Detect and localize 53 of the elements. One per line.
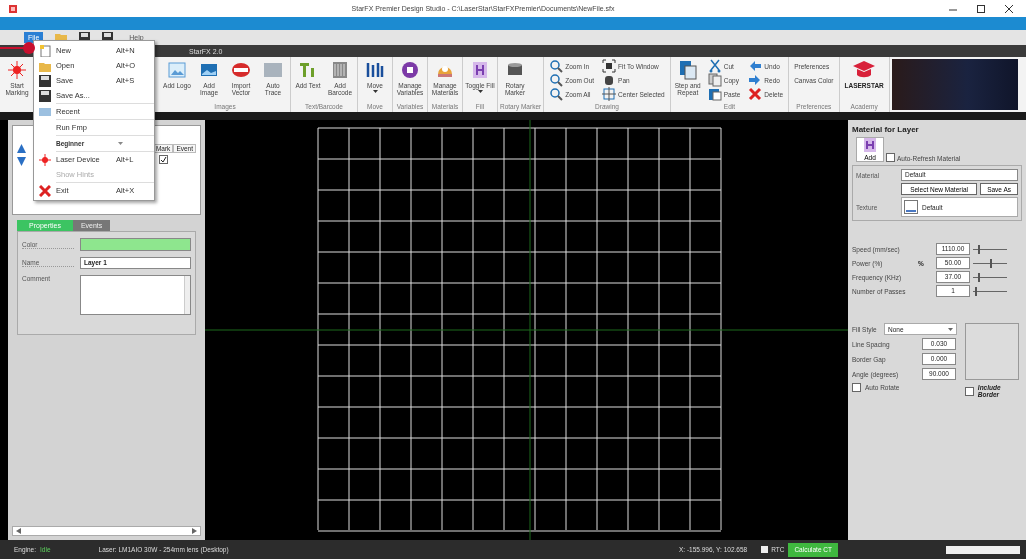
right-arrow-icon: [192, 528, 197, 534]
pointer-marker-drawing: [0, 41, 36, 55]
redo-icon: [748, 73, 763, 87]
caret-icon: [947, 327, 953, 331]
badge-icon: [231, 60, 251, 80]
comment-field[interactable]: [80, 275, 191, 315]
up-arrow-icon: [17, 144, 26, 153]
letter-icon: [470, 60, 490, 80]
window-icon: [39, 105, 51, 118]
laser-icon: [7, 60, 27, 80]
letter-icon: [864, 138, 876, 152]
maximize-icon: [976, 3, 986, 14]
laser-icon: [39, 153, 51, 166]
picture-icon: [167, 60, 187, 80]
delete-icon: [748, 87, 763, 101]
checkbox[interactable]: [886, 153, 895, 162]
paste-icon: [707, 87, 722, 101]
scrollbar[interactable]: [184, 276, 190, 314]
texture-icon: [904, 200, 918, 214]
caret-icon: [118, 142, 124, 145]
slider-thumb[interactable]: [974, 286, 977, 296]
zoom-icon: [549, 87, 564, 101]
target-icon: [602, 87, 617, 101]
panel-title: Material for Layer: [852, 125, 920, 134]
zoom-in-icon: [549, 59, 564, 73]
save-icon: [39, 89, 51, 102]
color-field[interactable]: [80, 238, 191, 251]
picture-icon: [263, 60, 283, 80]
slider-thumb[interactable]: [978, 272, 981, 282]
graduation-cap-icon: [852, 60, 877, 80]
document-icon: [677, 60, 698, 80]
checkbox[interactable]: [964, 386, 974, 396]
preview-box: [964, 323, 1019, 380]
save-icon: [39, 74, 51, 87]
new-file-icon: [39, 44, 51, 57]
close-icon: [1004, 3, 1014, 14]
barcode-icon: [330, 60, 350, 80]
checkbox[interactable]: [158, 155, 168, 164]
slider-thumb[interactable]: [978, 244, 981, 254]
circle-icon: [400, 60, 420, 80]
scrollbar[interactable]: [12, 526, 201, 536]
scissors-icon: [707, 59, 722, 73]
copy-icon: [707, 73, 722, 87]
move-icon: [365, 60, 385, 80]
checkbox[interactable]: [852, 383, 861, 392]
exit-icon: [39, 184, 51, 197]
down-arrow-icon: [17, 157, 26, 166]
checkbox[interactable]: [761, 546, 769, 553]
undo-icon: [748, 59, 763, 73]
app-icon: [8, 3, 18, 14]
left-arrow-icon: [16, 528, 21, 534]
frame-icon: [602, 59, 617, 73]
zoom-out-icon: [549, 73, 564, 87]
